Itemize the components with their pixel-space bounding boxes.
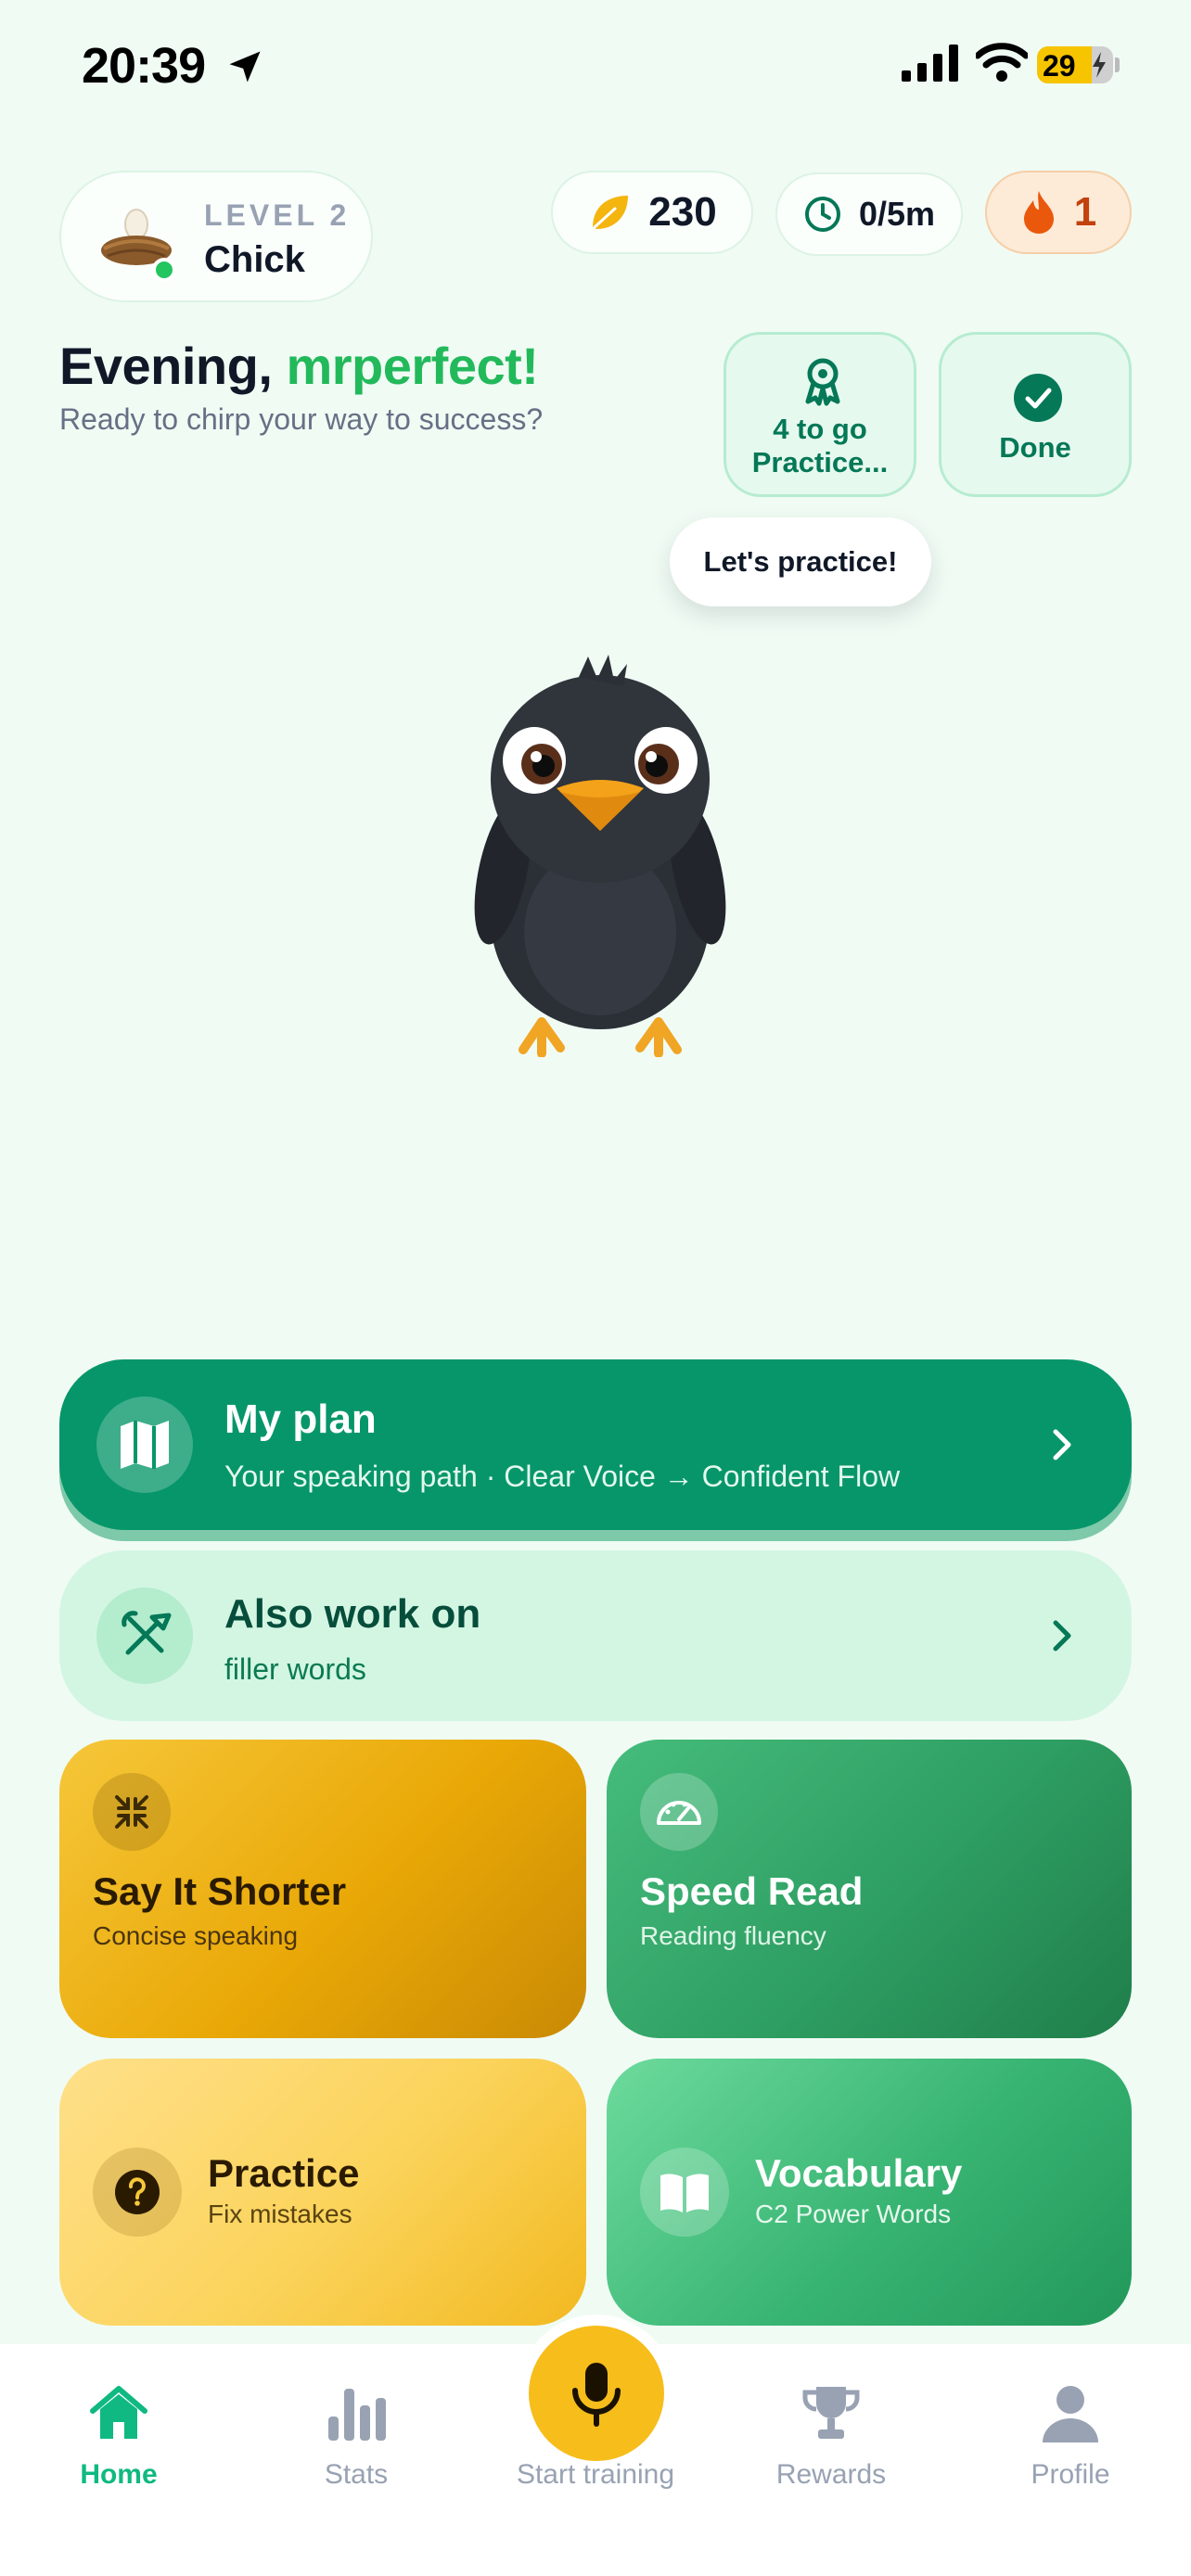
my-plan-card[interactable]: My plan Your speaking path · Clear Voice… (59, 1359, 1132, 1530)
battery-cap (1115, 57, 1120, 72)
clock-icon (804, 197, 840, 232)
speed-read-tile[interactable]: Speed Read Reading fluency (607, 1740, 1132, 2038)
greeting-subtitle: Ready to chirp your way to success? (59, 402, 544, 436)
location-arrow-icon (229, 51, 261, 83)
tile-subtitle: C2 Power Words (755, 2200, 952, 2228)
battery-level: 29 (1043, 49, 1076, 83)
practice-goal-label: 4 to go Practice... (726, 413, 914, 479)
question-icon (93, 2148, 182, 2237)
work-on-title: Also work on (224, 1591, 481, 1637)
time-goal: 0/5m (858, 195, 936, 233)
chevron-right-icon (1053, 1620, 1071, 1651)
tab-rewards[interactable]: Rewards (729, 2381, 933, 2502)
user-name: mrperfect! (286, 337, 539, 395)
time-goal-pill[interactable]: 0/5m (775, 172, 963, 256)
tile-subtitle: Reading fluency (640, 1921, 826, 1950)
tile-subtitle: Fix mistakes (208, 2200, 352, 2228)
leaf-icon (593, 196, 629, 229)
plan-subtitle: Your speaking path · Clear Voice → Confi… (224, 1460, 901, 1493)
start-training-button[interactable] (529, 2326, 664, 2461)
mascot-speech-bubble: Let's practice! (670, 517, 931, 606)
done-label: Done (999, 431, 1071, 464)
bird-mascot[interactable] (467, 649, 733, 1057)
tab-stats[interactable]: Stats (254, 2381, 458, 2502)
tab-label: Profile (1031, 2459, 1110, 2490)
tile-title: Vocabulary (755, 2151, 963, 2195)
practice-goal-name: Practice... (751, 446, 889, 478)
speedometer-icon (640, 1773, 718, 1851)
tab-label: Stats (324, 2459, 389, 2490)
start-training-label[interactable]: Start training (464, 2459, 727, 2491)
online-indicator (152, 258, 176, 282)
streak-count: 1 (1073, 189, 1097, 235)
status-time: 20:39 (82, 38, 206, 94)
wifi-icon (976, 43, 1028, 82)
flame-icon (1023, 191, 1054, 234)
tile-subtitle: Concise speaking (93, 1921, 299, 1950)
tile-title: Say It Shorter (93, 1869, 347, 1913)
tools-icon-badge (96, 1588, 193, 1684)
greeting-title: Evening, mrperfect! (59, 336, 539, 396)
level-label: LEVEL 2 (204, 198, 351, 232)
battery-icon: 29 (1037, 46, 1113, 83)
check-circle-icon (1014, 374, 1062, 422)
tab-label: Rewards (775, 2459, 887, 2490)
done-goal-card[interactable]: Done (939, 332, 1132, 497)
vocabulary-tile[interactable]: Vocabulary C2 Power Words (607, 2059, 1132, 2326)
also-work-on-card[interactable]: Also work on filler words (59, 1550, 1132, 1721)
say-it-shorter-tile[interactable]: Say It Shorter Concise speaking (59, 1740, 586, 2038)
home-icon (90, 2386, 147, 2439)
work-on-subtitle: filler words (224, 1652, 366, 1686)
level-name: Chick (204, 239, 305, 280)
tab-profile[interactable]: Profile (968, 2381, 1172, 2502)
plan-title: My plan (224, 1396, 377, 1442)
practice-tile[interactable]: Practice Fix mistakes (59, 2059, 586, 2326)
signal-icon (902, 45, 958, 82)
mic-icon (572, 2363, 621, 2427)
chevron-right-icon (1053, 1429, 1071, 1460)
level-chip[interactable]: LEVEL 2 Chick (59, 171, 373, 302)
greeting-prefix: Evening, (59, 337, 273, 395)
leaves-pill[interactable]: 230 (551, 171, 753, 254)
tile-title: Speed Read (640, 1869, 864, 1913)
compress-icon (93, 1773, 171, 1851)
streak-pill[interactable]: 1 (985, 171, 1132, 254)
tab-label: Home (80, 2459, 158, 2490)
tools-icon (122, 1611, 172, 1655)
stats-icon (328, 2389, 386, 2441)
practice-goal-count: 4 to go (773, 413, 867, 445)
map-icon (121, 1421, 169, 1469)
map-icon-badge (96, 1396, 193, 1493)
leaves-count: 230 (648, 189, 717, 235)
trophy-icon (802, 2387, 860, 2439)
practice-goal-card[interactable]: 4 to go Practice... (724, 332, 916, 497)
profile-icon (1043, 2386, 1098, 2442)
tile-title: Practice (208, 2151, 360, 2195)
tab-home[interactable]: Home (17, 2381, 221, 2502)
book-icon (640, 2148, 729, 2237)
award-icon (805, 358, 840, 406)
